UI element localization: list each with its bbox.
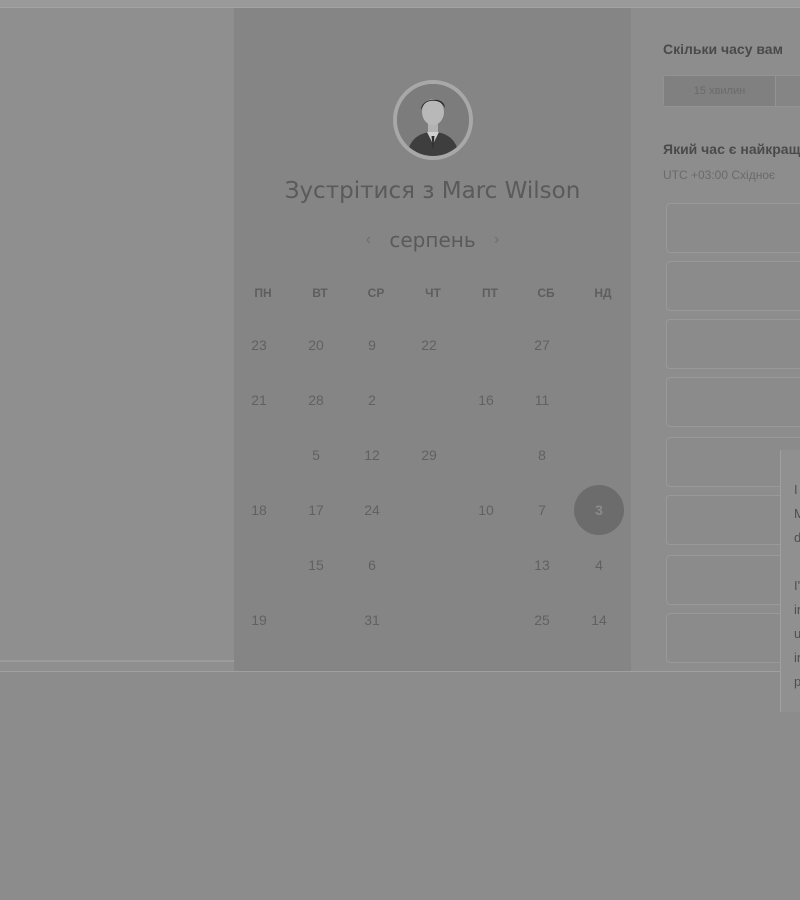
calendar-day[interactable]: 6 xyxy=(347,540,397,590)
calendar-day-selected[interactable]: 3 xyxy=(574,485,624,535)
page-bottom-divider xyxy=(0,671,800,672)
duration-selector: 15 хвилин xyxy=(663,75,800,107)
calendar-day[interactable] xyxy=(291,595,341,645)
person-photo-icon xyxy=(397,84,469,156)
calendar-day[interactable]: 9 xyxy=(347,320,397,370)
timezone-label[interactable]: UTC +03:00 Східноє xyxy=(663,168,775,182)
calendar-day[interactable]: 13 xyxy=(517,540,567,590)
calendar-day[interactable]: 22 xyxy=(404,320,454,370)
calendar-day[interactable] xyxy=(404,375,454,425)
calendar-day[interactable] xyxy=(461,430,511,480)
left-divider xyxy=(0,660,234,662)
tooltip-text: I' xyxy=(794,578,800,593)
info-tooltip: I M d I' in u in p xyxy=(780,450,800,712)
weekday-tue: ВТ xyxy=(312,286,328,300)
weekday-wed: СР xyxy=(367,286,385,300)
calendar-day[interactable]: 11 xyxy=(517,375,567,425)
top-bar xyxy=(0,0,800,8)
time-slot[interactable] xyxy=(666,319,800,369)
scheduling-panel: Скільки часу вам 15 хвилин Який час є на… xyxy=(631,8,800,671)
calendar-day[interactable] xyxy=(461,540,511,590)
weekday-sat: СБ xyxy=(537,286,555,300)
avatar xyxy=(393,80,473,160)
calendar-day[interactable] xyxy=(404,595,454,645)
tooltip-text: u xyxy=(794,626,800,641)
calendar-day[interactable]: 4 xyxy=(574,540,624,590)
month-label: серпень xyxy=(389,228,476,252)
calendar-day[interactable]: 19 xyxy=(234,595,284,645)
weekday-mon: ПН xyxy=(254,286,272,300)
calendar-day[interactable] xyxy=(404,485,454,535)
weekday-header: ПН ВТ СР ЧТ ПТ СБ НД xyxy=(234,286,631,306)
calendar-day[interactable]: 12 xyxy=(347,430,397,480)
meeting-title: Зустрітися з Marc Wilson xyxy=(284,178,581,204)
tooltip-text: I xyxy=(794,482,798,497)
duration-option-button[interactable]: 15 хвилин xyxy=(664,76,776,106)
calendar-day[interactable]: 5 xyxy=(291,430,341,480)
calendar-day[interactable] xyxy=(574,375,624,425)
calendar-day[interactable] xyxy=(404,540,454,590)
next-month-icon[interactable]: › xyxy=(490,231,504,249)
month-navigation: ‹ серпень › xyxy=(234,226,631,254)
weekday-fri: ПТ xyxy=(482,286,498,300)
prev-month-icon[interactable]: ‹ xyxy=(361,231,375,249)
calendar-day[interactable]: 2 xyxy=(347,375,397,425)
booking-panel: Зустрітися з Marc Wilson ‹ серпень › ПН … xyxy=(234,8,631,671)
calendar-grid: 23 20 9 22 27 21 28 2 16 11 5 12 29 8 18 17 24 10 7 3 15 6 13 4… xyxy=(234,320,631,650)
calendar-day[interactable]: 17 xyxy=(291,485,341,535)
calendar-day[interactable]: 7 xyxy=(517,485,567,535)
time-slot[interactable] xyxy=(666,377,800,427)
tooltip-text: p xyxy=(794,674,800,689)
calendar-day[interactable] xyxy=(461,595,511,645)
calendar-day[interactable] xyxy=(574,430,624,480)
calendar-day[interactable]: 23 xyxy=(234,320,284,370)
calendar-day[interactable]: 14 xyxy=(574,595,624,645)
tooltip-text: in xyxy=(794,602,800,617)
duration-question: Скільки часу вам xyxy=(663,41,783,57)
calendar-day[interactable]: 8 xyxy=(517,430,567,480)
tooltip-text: d xyxy=(794,530,800,545)
calendar-day[interactable]: 16 xyxy=(461,375,511,425)
calendar-day[interactable] xyxy=(461,320,511,370)
calendar-day[interactable] xyxy=(234,430,284,480)
calendar-day[interactable]: 24 xyxy=(347,485,397,535)
calendar-day[interactable] xyxy=(574,320,624,370)
tooltip-text: in xyxy=(794,650,800,665)
weekday-thu: ЧТ xyxy=(425,286,441,300)
calendar-day[interactable]: 21 xyxy=(234,375,284,425)
calendar-day[interactable]: 29 xyxy=(404,430,454,480)
left-empty-area xyxy=(0,8,234,671)
calendar-day[interactable]: 31 xyxy=(347,595,397,645)
time-slot[interactable] xyxy=(666,203,800,253)
time-slot[interactable] xyxy=(666,261,800,311)
calendar-day[interactable]: 20 xyxy=(291,320,341,370)
calendar-day[interactable]: 25 xyxy=(517,595,567,645)
calendar-day[interactable]: 18 xyxy=(234,485,284,535)
calendar-day[interactable]: 10 xyxy=(461,485,511,535)
calendar-day[interactable]: 28 xyxy=(291,375,341,425)
time-question: Який час є найкращ xyxy=(663,141,800,157)
calendar-day[interactable]: 15 xyxy=(291,540,341,590)
calendar-day[interactable] xyxy=(234,540,284,590)
weekday-sun: НД xyxy=(594,286,612,300)
calendar-day[interactable]: 27 xyxy=(517,320,567,370)
tooltip-text: M xyxy=(794,506,800,521)
